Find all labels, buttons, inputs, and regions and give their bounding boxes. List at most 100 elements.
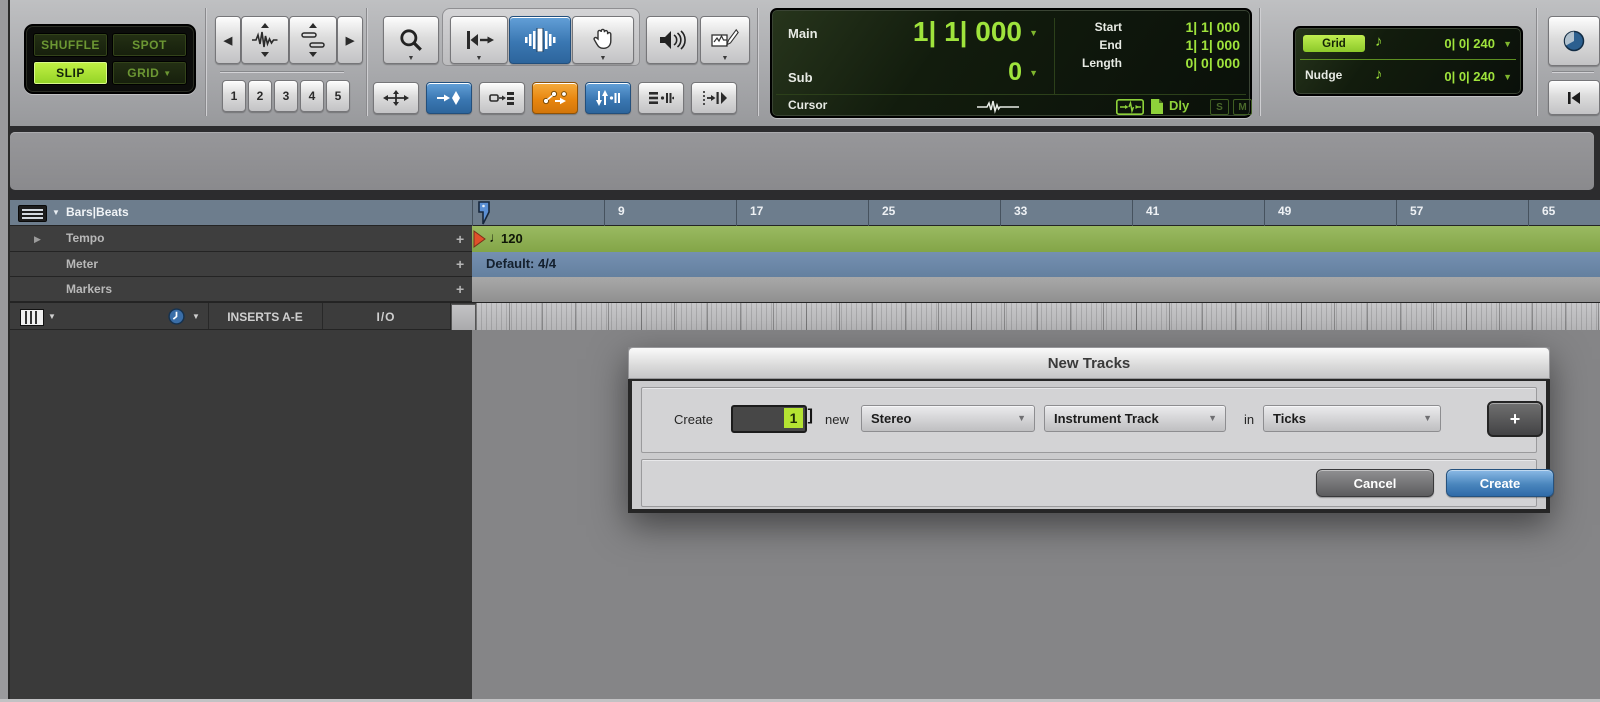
pencil-tool-button[interactable]: ▼ [700, 16, 750, 64]
track-view-columns-icon[interactable] [20, 309, 44, 326]
session-time-toggle-button[interactable] [1548, 16, 1600, 66]
toolbar-divider [1259, 8, 1260, 116]
markers-ruler-row: Markers + [10, 277, 1600, 302]
sub-counter-value[interactable]: 0 [1008, 58, 1022, 87]
create-button[interactable]: Create [1446, 469, 1554, 497]
grid-value[interactable]: 0| 0| 240 [1444, 36, 1495, 51]
insertion-follows-playback-button[interactable] [691, 82, 737, 114]
sub-counter-dropdown-icon[interactable]: ▼ [1029, 68, 1038, 78]
solo-indicator[interactable]: S [1210, 99, 1229, 115]
meter-ruler-row: Meter + Default: 4/4 [10, 252, 1600, 277]
grabber-tool-button[interactable]: ▼ [572, 16, 634, 64]
bar-tick-label: 17 [750, 204, 764, 218]
timebase-clock-icon[interactable] [168, 308, 185, 325]
cancel-button[interactable]: Cancel [1316, 469, 1434, 497]
meter-label[interactable]: Meter [66, 257, 98, 271]
link-track-edit-button[interactable] [585, 82, 631, 114]
mute-indicator[interactable]: M [1233, 99, 1252, 115]
midi-zoom-button[interactable] [289, 16, 337, 64]
grid-label: Grid [1322, 37, 1346, 50]
main-counter-label: Main [788, 26, 818, 41]
meter-timeline[interactable]: Default: 4/4 [472, 252, 1600, 277]
preset-label: 5 [334, 89, 342, 103]
zoom-toggle-button[interactable] [373, 82, 419, 114]
zoomer-tool-button[interactable]: ▼ [383, 16, 439, 64]
playhead-flag-icon[interactable] [476, 201, 494, 227]
grid-dropdown-icon[interactable]: ▼ [1503, 39, 1512, 49]
main-counter-dropdown-icon[interactable]: ▼ [1029, 28, 1038, 38]
sub-counter-label: Sub [788, 70, 813, 85]
trim-tool-button[interactable]: ▼ [450, 16, 508, 64]
length-value[interactable]: 0| 0| 000 [1185, 55, 1240, 71]
start-label: Start [1094, 20, 1122, 34]
create-button-label: Create [1479, 475, 1521, 491]
end-value[interactable]: 1| 1| 000 [1185, 37, 1240, 53]
bars-beats-label[interactable]: Bars|Beats [66, 205, 129, 219]
meter-add-button[interactable]: + [456, 257, 464, 271]
zoom-in-button[interactable]: ▶ [337, 16, 363, 64]
io-header-label[interactable]: I/O [323, 310, 449, 324]
keyboard-focus-button[interactable] [638, 82, 684, 114]
scrubber-tool-button[interactable] [646, 16, 698, 64]
nudge-note-icon[interactable]: ♪ [1375, 66, 1383, 83]
ruler-view-icon[interactable] [18, 205, 47, 222]
delay-label[interactable]: Dly [1169, 98, 1189, 113]
chevron-down-icon[interactable]: ▼ [192, 312, 200, 321]
pencil-icon [711, 28, 739, 47]
audio-zoom-button[interactable] [241, 16, 289, 64]
expand-triangle-icon[interactable]: ▶ [34, 234, 41, 245]
main-counter-value[interactable]: 1| 1| 000 [913, 16, 1022, 48]
link-timeline-edit-icon [489, 92, 514, 105]
pre-post-roll-icon[interactable] [1116, 99, 1144, 115]
zoom-preset-4[interactable]: 4 [300, 80, 324, 112]
edit-mode-grid[interactable]: GRID ▼ [112, 61, 187, 85]
tempo-timeline[interactable]: ♩ 120 [472, 226, 1600, 252]
edit-mode-shuffle[interactable]: SHUFFLE [33, 33, 108, 57]
link-timeline-edit-button[interactable] [479, 82, 525, 114]
selector-tool-button[interactable] [509, 16, 571, 64]
markers-timeline[interactable] [472, 277, 1600, 302]
tempo-add-button[interactable]: + [456, 232, 464, 246]
edit-mode-slip[interactable]: SLIP [33, 61, 108, 85]
bars-beats-timeline[interactable]: 9 17 25 33 41 49 57 65 [472, 200, 1600, 226]
timebase-dropdown[interactable]: Ticks ▼ [1263, 405, 1441, 432]
return-to-start-button[interactable] [1548, 80, 1600, 115]
inserts-header-label[interactable]: INSERTS A-E [209, 310, 321, 324]
track-format-dropdown[interactable]: Stereo ▼ [861, 405, 1035, 432]
markers-add-button[interactable]: + [456, 282, 464, 296]
in-label: in [1244, 412, 1255, 427]
start-value[interactable]: 1| 1| 000 [1185, 19, 1240, 35]
cancel-button-label: Cancel [1353, 475, 1397, 491]
timeline-scroll-strip[interactable] [476, 303, 1600, 332]
tempo-value[interactable]: 120 [501, 231, 523, 246]
counter-divider [776, 94, 1246, 95]
bar-tick-label: 41 [1146, 204, 1160, 218]
nudge-label: Nudge [1305, 68, 1343, 82]
edit-mode-spot[interactable]: SPOT [112, 33, 187, 57]
chevron-down-icon[interactable]: ▼ [52, 208, 60, 217]
dialog-title-bar[interactable]: New Tracks [628, 347, 1550, 379]
nudge-value[interactable]: 0| 0| 240 [1444, 69, 1495, 84]
bars-beats-ruler-row: ▼ Bars|Beats 9 17 25 33 41 49 57 65 [10, 200, 1600, 226]
zoom-preset-5[interactable]: 5 [326, 80, 350, 112]
meter-value[interactable]: Default: 4/4 [486, 256, 556, 271]
tab-to-transient-button[interactable] [426, 82, 472, 114]
add-row-button[interactable]: + [1487, 401, 1543, 437]
zoom-preset-2[interactable]: 2 [248, 80, 272, 112]
track-count-value: 1 [789, 410, 798, 426]
grid-mode-button[interactable]: Grid [1303, 35, 1365, 52]
delay-page-icon[interactable] [1150, 98, 1164, 115]
zoom-out-button[interactable]: ◀ [215, 16, 241, 64]
track-type-dropdown[interactable]: Instrument Track ▼ [1044, 405, 1226, 432]
horizontal-scroll-handle[interactable] [451, 304, 476, 332]
zoom-preset-3[interactable]: 3 [274, 80, 298, 112]
tempo-label[interactable]: Tempo [66, 231, 104, 245]
grid-note-icon[interactable]: ♪ [1375, 33, 1383, 50]
edit-mode-slip-label: SLIP [56, 66, 85, 80]
markers-label[interactable]: Markers [66, 282, 112, 296]
zoom-preset-1[interactable]: 1 [222, 80, 246, 112]
nudge-dropdown-icon[interactable]: ▼ [1503, 72, 1512, 82]
track-count-field[interactable]: 1 ] [731, 405, 813, 433]
mirrored-editing-button[interactable] [532, 82, 578, 114]
chevron-down-icon[interactable]: ▼ [48, 312, 56, 321]
